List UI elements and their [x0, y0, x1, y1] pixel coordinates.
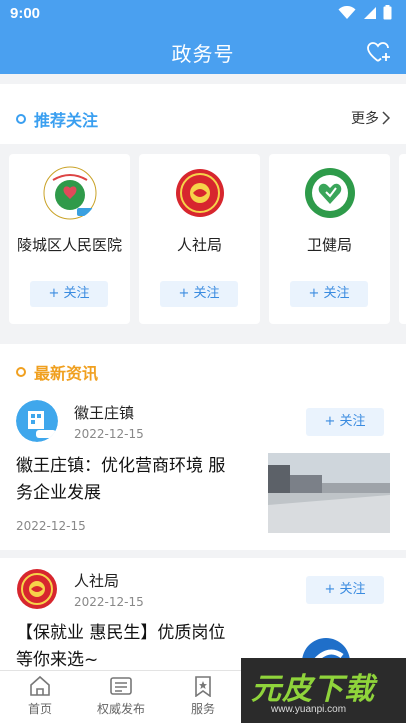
news-headline[interactable]: 徽王庄镇：优化营商环境 服 务企业发展 [16, 453, 225, 507]
recommend-card[interactable]: 卫健局 + 关注 [269, 154, 390, 324]
recommend-card[interactable]: 陵城区人民医院 + 关注 [9, 154, 130, 324]
favorite-add-icon[interactable] [366, 40, 392, 64]
battery-icon [383, 5, 392, 20]
tab-official-release[interactable]: 权威发布 [86, 675, 156, 717]
recommend-section: 推荐关注 更多 [0, 84, 406, 144]
card-name: 陵城区人民医院 [16, 236, 122, 254]
news-date: 2022-12-15 [16, 519, 86, 533]
home-icon [30, 675, 50, 696]
town-avatar-icon [16, 400, 58, 442]
follow-button[interactable]: + 关注 [160, 281, 238, 307]
follow-button[interactable]: + 关注 [30, 281, 108, 307]
news-thumbnail[interactable] [268, 453, 390, 533]
recommend-title: 推荐关注 [16, 107, 98, 131]
watermark-url: www.yuanpi.com [271, 704, 347, 715]
news-item[interactable]: 徽王庄镇 2022-12-15 + 关注 徽王庄镇：优化营商环境 服 务企业发展… [0, 390, 406, 550]
hrss-avatar-icon [17, 569, 57, 609]
health-bureau-logo-icon [305, 168, 355, 218]
recommend-dot-icon [16, 114, 26, 124]
news-title: 最新资讯 [16, 360, 98, 384]
status-time: 9:00 [10, 5, 41, 22]
status-icons [338, 5, 392, 20]
news-source-date: 2022-12-15 [74, 595, 144, 609]
watermark-logo: 元皮下载 www.yuanpi.com [241, 658, 406, 723]
hospital-logo-icon [43, 166, 97, 220]
follow-button[interactable]: + 关注 [306, 408, 384, 436]
recommend-card-partial[interactable] [399, 154, 406, 324]
news-dot-icon [16, 367, 26, 377]
signal-icon [364, 6, 376, 19]
news-section-header: 最新资讯 [0, 344, 406, 390]
news-source: 徽王庄镇 [74, 404, 135, 422]
follow-button[interactable]: + 关注 [306, 576, 384, 604]
watermark-text: 元皮下载 [251, 672, 375, 707]
tab-home[interactable]: 首页 [5, 675, 75, 717]
wifi-icon [338, 5, 356, 19]
app-header: 9:00 政务号 [0, 0, 406, 74]
news-headline[interactable]: 【保就业 惠民生】优质岗位 等你来选~ [16, 620, 225, 674]
recommend-carousel[interactable]: 陵城区人民医院 + 关注 人社局 + 关注 卫健局 + 关注 [0, 144, 406, 334]
hrss-logo-icon [176, 169, 224, 217]
chevron-right-icon [382, 111, 390, 125]
bookmark-star-icon [195, 676, 211, 697]
card-name: 人社局 [176, 236, 222, 254]
tab-services[interactable]: 服务 [168, 675, 238, 717]
news-source: 人社局 [74, 572, 120, 590]
card-name: 卫健局 [306, 236, 352, 254]
page-title: 政务号 [171, 42, 235, 66]
news-source-date: 2022-12-15 [74, 427, 144, 441]
follow-button[interactable]: + 关注 [290, 281, 368, 307]
more-link[interactable]: 更多 [351, 108, 390, 128]
recommend-card[interactable]: 人社局 + 关注 [139, 154, 260, 324]
news-list-icon [110, 677, 132, 695]
